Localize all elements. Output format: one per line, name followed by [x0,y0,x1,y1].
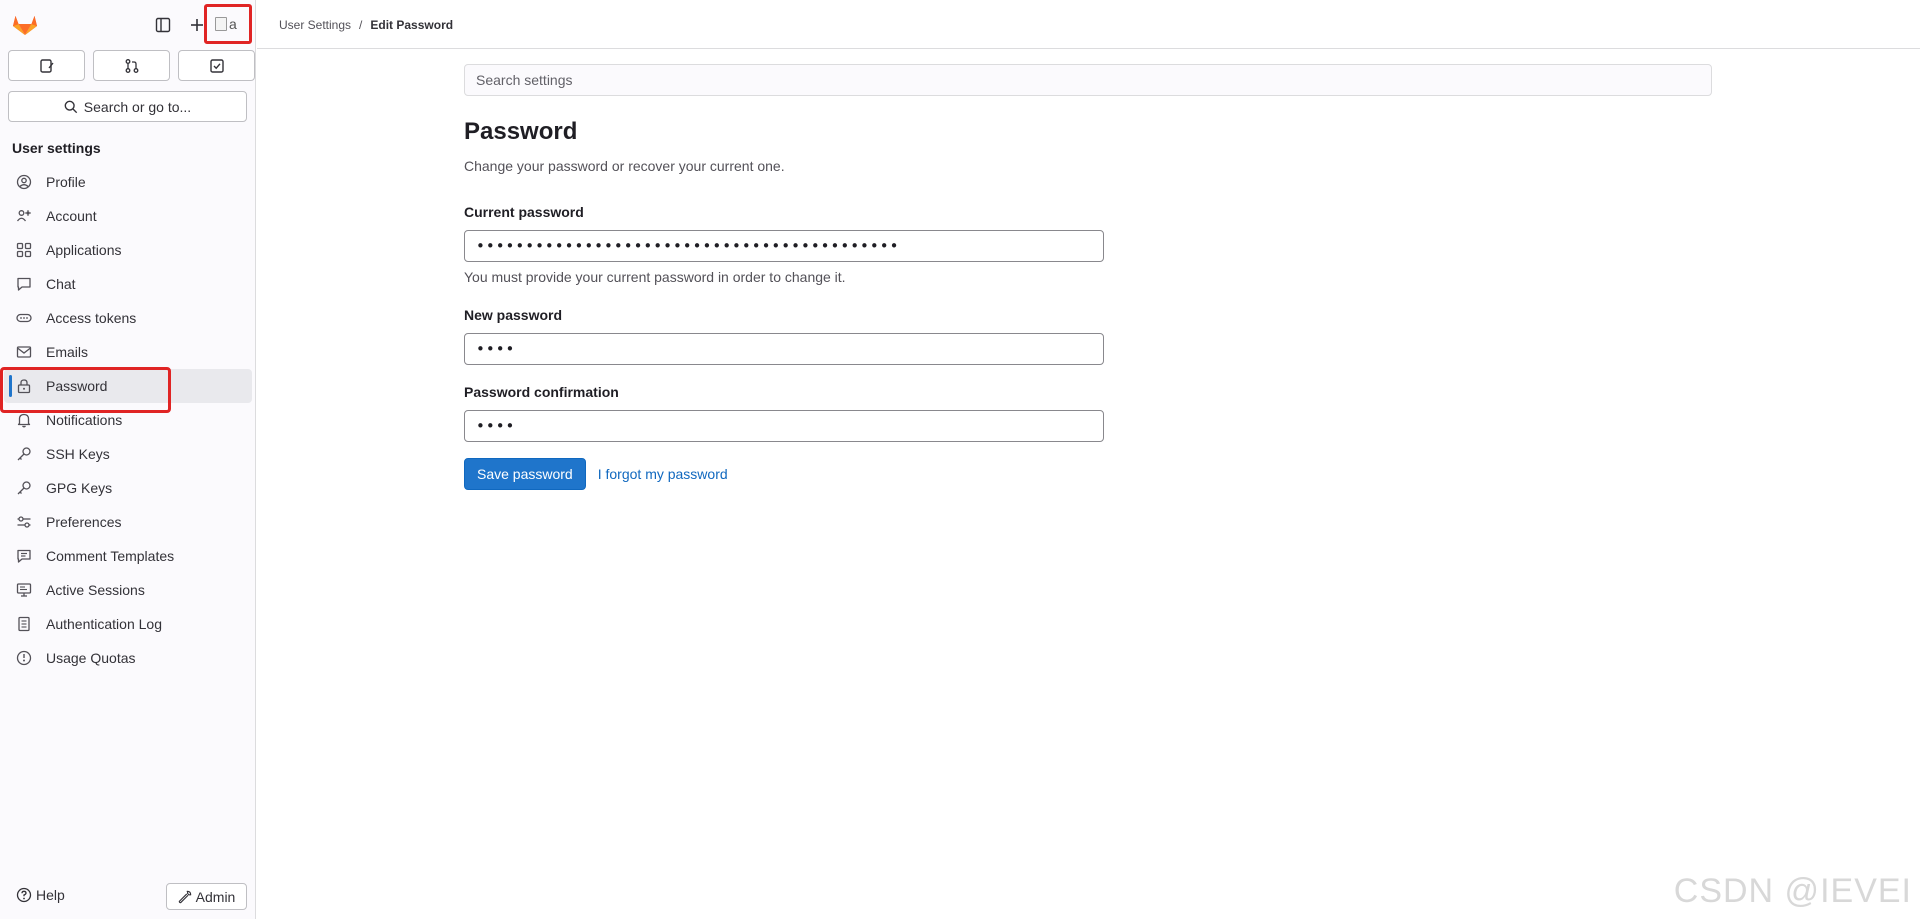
avatar-alt-text: a [229,16,237,32]
sidebar-item-label: GPG Keys [46,480,113,496]
comment-icon [16,548,32,564]
new-password-field[interactable] [464,333,1104,365]
sidebar-item-label: Password [46,378,108,394]
help-label: Help [36,887,65,903]
current-password-help: You must provide your current password i… [464,269,846,285]
help-button[interactable]: Help [16,887,65,903]
todos-icon [209,58,224,73]
current-password-field[interactable] [464,230,1104,262]
new-password-group: New password [464,307,1712,365]
breadcrumb-current: Edit Password [370,18,454,32]
admin-label: Admin [195,888,236,905]
preferences-icon [16,514,32,530]
merge-requests-button[interactable] [93,50,170,81]
applications-icon [16,242,32,258]
sidebar-item-label: Applications [46,242,122,258]
password-confirmation-label: Password confirmation [464,384,619,400]
sidebar-item-authentication-log[interactable]: Authentication Log [4,607,252,641]
quick-actions [8,50,255,81]
key-icon [16,480,32,496]
sidebar-item-comment-templates[interactable]: Comment Templates [4,539,252,573]
breadcrumb-separator: / [359,18,363,32]
sidebar-item-ssh-keys[interactable]: SSH Keys [4,437,252,471]
breadcrumb: User Settings / Edit Password [279,18,453,32]
key-icon [16,446,32,462]
merge-requests-icon [125,58,138,73]
sidebar-item-label: Notifications [46,412,123,428]
page-title: Password [464,118,578,145]
search-button[interactable]: Search or go to... [8,91,247,122]
form-actions: Save password I forgot my password [464,458,1712,490]
sidebar-item-label: Active Sessions [46,582,145,598]
admin-button[interactable]: Admin [166,883,247,910]
sidebar-item-emails[interactable]: Emails [4,335,252,369]
search-settings-input[interactable] [464,64,1712,96]
sidebar-item-notifications[interactable]: Notifications [4,403,252,437]
todos-button[interactable] [178,50,255,81]
sidebar-item-preferences[interactable]: Preferences [4,505,252,539]
sidebar-item-label: Access tokens [46,310,137,326]
token-icon [16,310,32,326]
section-title: User settings [12,140,101,156]
mail-icon [16,344,32,360]
top-bar: User Settings / Edit Password [257,0,1920,49]
chat-icon [16,276,32,292]
bell-icon [16,412,32,428]
search-icon [64,100,77,113]
sidebar-header: a [0,0,255,50]
sidebar-item-label: SSH Keys [46,446,110,462]
sidebar-item-active-sessions[interactable]: Active Sessions [4,573,252,607]
log-icon [16,616,32,632]
watermark: CSDN @IEVEI [1673,872,1912,910]
sidebar-item-label: Emails [46,344,89,360]
sidebar-item-usage-quotas[interactable]: Usage Quotas [4,641,252,675]
password-confirmation-field[interactable] [464,410,1104,442]
new-password-label: New password [464,307,563,323]
lock-icon [16,378,32,394]
sidebar-item-label: Authentication Log [46,616,162,632]
current-password-group: Current password You must provide your c… [464,204,1712,285]
sidebar-item-profile[interactable]: Profile [4,165,252,199]
issues-button[interactable] [8,50,85,81]
sidebar-item-chat[interactable]: Chat [4,267,252,301]
broken-image-icon [215,17,227,31]
breadcrumb-user-settings[interactable]: User Settings [279,18,351,32]
sidebar-item-applications[interactable]: Applications [4,233,252,267]
monitor-icon [16,582,32,598]
sidebar-item-label: Profile [46,174,86,190]
gitlab-logo-icon[interactable] [12,12,38,36]
sidebar-item-label: Preferences [46,514,122,530]
help-icon [16,887,32,903]
account-icon [16,208,32,224]
sidebar-item-label: Usage Quotas [46,650,136,666]
profile-icon [16,174,32,190]
settings-nav: Profile Account Applications Chat Access… [4,165,252,675]
sidebar-item-gpg-keys[interactable]: GPG Keys [4,471,252,505]
page-description: Change your password or recover your cur… [464,158,785,174]
sidebar-item-access-tokens[interactable]: Access tokens [4,301,252,335]
password-confirmation-group: Password confirmation [464,384,1712,442]
sidebar-toggle-icon[interactable] [151,13,175,37]
sidebar-item-password[interactable]: Password [4,369,252,403]
quota-icon [16,650,32,666]
forgot-password-link[interactable]: I forgot my password [598,466,728,482]
avatar[interactable]: a [215,11,241,37]
avatar-highlight: a [204,4,252,44]
main-content: Password Change your password or recover… [464,64,1712,490]
current-password-label: Current password [464,204,584,220]
sidebar-item-label: Chat [46,276,76,292]
sidebar: a Search or go to... User settings Profi… [0,0,256,919]
sidebar-footer: Help Admin [0,875,256,919]
save-password-button[interactable]: Save password [464,458,586,490]
sidebar-item-label: Comment Templates [46,548,175,564]
sidebar-item-account[interactable]: Account [4,199,252,233]
wrench-icon [178,890,191,903]
sidebar-item-label: Account [46,208,97,224]
issues-icon [39,58,54,73]
search-button-label: Search or go to... [83,98,192,115]
